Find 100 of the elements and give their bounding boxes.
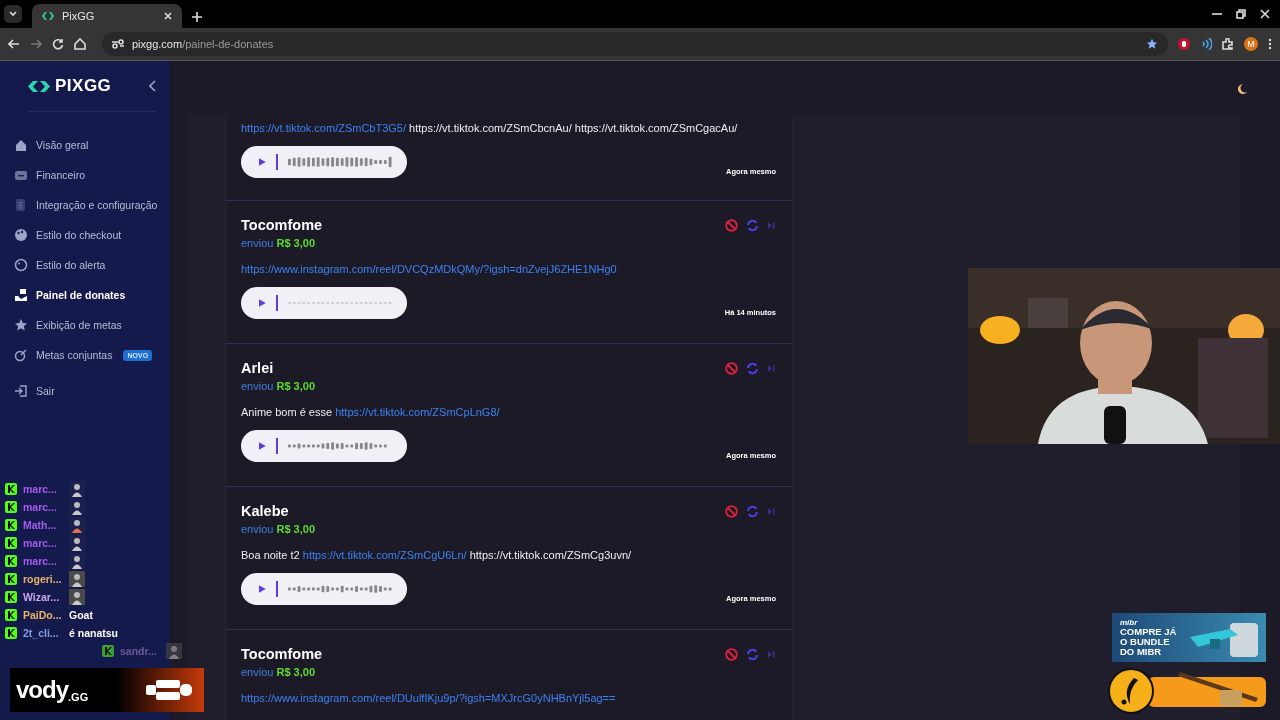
brand-suffix: .GG — [68, 691, 89, 703]
play-icon[interactable] — [259, 299, 266, 307]
link[interactable]: https://vt.tiktok.com/ZSmCgU6Ln/ — [302, 549, 467, 561]
emote-icon — [166, 643, 182, 659]
donation-message: Anime bom é esse https://vt.tiktok.com/ZSmCpLnG8/ — [241, 406, 501, 418]
block-button[interactable] — [725, 218, 738, 232]
logo-text: PIXGG — [55, 76, 112, 96]
kick-badge-icon — [5, 573, 17, 585]
amount-text: enviou R$ 3,00 — [241, 666, 316, 678]
kick-badge-icon — [102, 645, 114, 657]
audio-player[interactable] — [241, 430, 407, 462]
amount-text: enviou R$ 3,00 — [241, 380, 316, 392]
block-button[interactable] — [725, 361, 738, 375]
restore-icon[interactable] — [1236, 9, 1246, 19]
emote-icon — [69, 589, 85, 605]
link[interactable]: https://vt.tiktok.com/ZSmCbT3G5/ — [241, 122, 407, 134]
chat-username: marc... — [23, 501, 58, 513]
link[interactable]: https://vt.tiktok.com/ZSmCpLnG8/ — [335, 406, 500, 418]
emote-icon — [69, 517, 85, 533]
nav-item[interactable]: Integração e configuração — [14, 190, 170, 220]
puzzle-icon[interactable] — [1222, 38, 1234, 50]
chat-username: marc... — [23, 555, 58, 567]
ad-headline: O BUNDLE — [1120, 637, 1171, 647]
kick-badge-icon — [5, 627, 17, 639]
palette-icon — [14, 228, 28, 242]
audio-player[interactable] — [241, 573, 407, 605]
nav-item[interactable]: Financeiro — [14, 160, 170, 190]
tab-list-button[interactable] — [4, 5, 22, 23]
chat-username: PaiDo... — [23, 609, 63, 621]
chat-username: Math... — [23, 519, 58, 531]
block-button[interactable] — [725, 504, 738, 518]
play-icon[interactable] — [259, 442, 266, 450]
bookmark-star-icon[interactable] — [1146, 38, 1158, 50]
donation-message: Boa noite t2 https://vt.tiktok.com/ZSmCgU6Ln/ https://vt.tiktok.com/ZSmCg3uvn/ — [241, 549, 633, 561]
target-icon — [14, 348, 28, 362]
nav-item[interactable]: Estilo do alerta — [14, 250, 170, 280]
logo-icon — [28, 79, 50, 93]
playhead-icon — [275, 438, 278, 454]
audio-player[interactable] — [241, 146, 407, 178]
close-icon[interactable] — [164, 12, 172, 20]
nav-item[interactable]: Estilo do checkout — [14, 220, 170, 250]
nav-item[interactable]: Visão geral — [14, 130, 170, 160]
link[interactable]: https://www.instagram.com/reel/DUulfIKju9p/?igsh=MXJrcG0yNHBnYjl5ag== — [241, 692, 616, 704]
palette-icon — [14, 258, 28, 272]
play-icon[interactable] — [259, 158, 266, 166]
pill-logo-icon — [146, 679, 192, 701]
brand-logo: vody — [16, 676, 68, 704]
donor-name: Tocomfome — [241, 217, 323, 233]
donor-name: Tocomfome — [241, 646, 323, 662]
address-bar[interactable]: pixgg.com/painel-de-donates — [102, 32, 1168, 56]
chat-username: sandr... — [120, 645, 158, 657]
site-info-icon[interactable] — [112, 39, 124, 49]
browser-tab[interactable]: PixGG — [32, 4, 182, 28]
kick-badge-icon — [5, 519, 17, 531]
donor-name: Kalebe — [241, 503, 289, 519]
signal-waves-icon[interactable] — [1200, 38, 1212, 50]
extension-icon[interactable] — [1178, 38, 1190, 50]
donor-name: Arlei — [241, 360, 274, 376]
emote-icon — [69, 571, 85, 587]
home-icon[interactable] — [74, 38, 86, 50]
chat-message: é nanatsu — [69, 627, 118, 639]
replay-button[interactable] — [746, 218, 759, 232]
logout-icon — [14, 384, 28, 398]
chat-username: marc... — [23, 483, 58, 495]
chat-username: rogeri... — [23, 573, 63, 585]
reload-icon[interactable] — [52, 38, 64, 50]
play-icon[interactable] — [259, 585, 266, 593]
replay-button[interactable] — [746, 647, 759, 661]
home-icon — [14, 138, 28, 152]
emote-icon — [69, 481, 85, 497]
emote-icon — [69, 499, 85, 515]
chat-message: Goat — [69, 609, 93, 621]
playhead-icon — [275, 154, 278, 170]
close-icon[interactable] — [1260, 9, 1270, 19]
ad-logo: mibr — [1120, 618, 1139, 627]
caret-icon[interactable] — [9, 11, 17, 17]
site-icon — [42, 11, 54, 21]
kick-badge-icon — [5, 555, 17, 567]
donation-message: https://vt.tiktok.com/ZSmCbT3G5/ https://vt.tiktok.com/ZSmCbcnAu/ https://vt.tiktok.com/ZSmCgacAu/ — [241, 122, 739, 134]
nav-item[interactable]: Painel de donates — [14, 280, 170, 310]
url-text: pixgg.com/painel-de-donates — [132, 38, 274, 50]
forward-icon[interactable] — [30, 38, 42, 50]
replay-button[interactable] — [746, 504, 759, 518]
nav-item[interactable]: Exibição de metas — [14, 310, 170, 340]
ad-headline: COMPRE JÁ — [1120, 627, 1178, 637]
chat-username: marc... — [23, 537, 58, 549]
collapse-icon[interactable] — [149, 80, 156, 92]
link[interactable]: https://www.instagram.com/reel/DVCQzMDkQMy/?igsh=dnZvejJ6ZHE1NHg0 — [241, 263, 617, 275]
playhead-icon — [275, 295, 278, 311]
new-tab-icon[interactable] — [192, 12, 202, 22]
block-button[interactable] — [725, 647, 738, 661]
hand-box-icon — [14, 288, 28, 302]
emote-icon — [69, 553, 85, 569]
kick-badge-icon — [5, 501, 17, 513]
replay-button[interactable] — [746, 361, 759, 375]
menu-icon[interactable] — [1268, 38, 1272, 50]
back-icon[interactable] — [8, 38, 20, 50]
star-icon — [14, 318, 28, 332]
kick-badge-icon — [5, 609, 17, 621]
nav-item[interactable]: Sair — [14, 376, 170, 406]
